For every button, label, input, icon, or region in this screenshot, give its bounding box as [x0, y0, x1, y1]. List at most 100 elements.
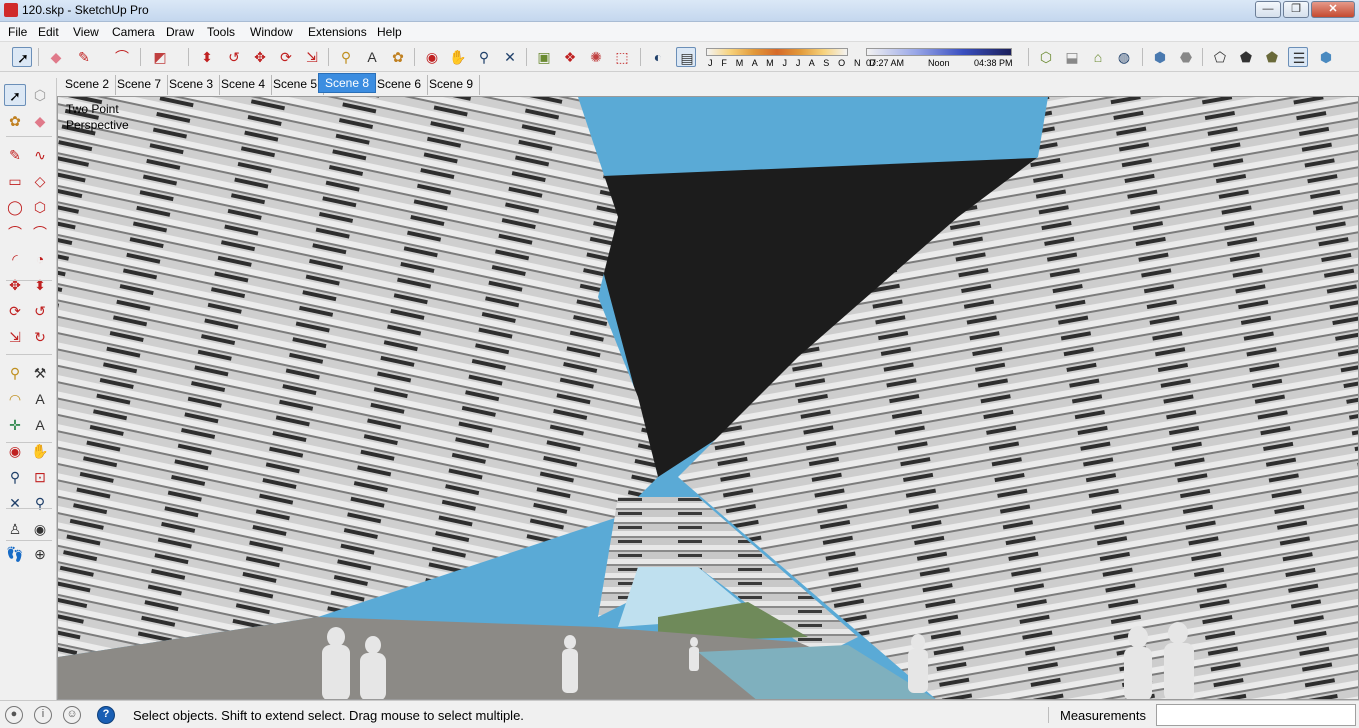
scale-tool-icon[interactable]: ⇲: [4, 326, 26, 348]
arc-tool-icon[interactable]: ⌒: [4, 222, 26, 244]
paint-bucket-icon[interactable]: ✿: [388, 47, 408, 67]
credits-icon[interactable]: i: [34, 706, 52, 724]
move-icon[interactable]: ✥: [250, 47, 270, 67]
tab-scene-9[interactable]: Scene 9: [423, 75, 481, 95]
zoom-icon[interactable]: ⚲: [474, 47, 494, 67]
look-around-icon[interactable]: ◉: [29, 518, 51, 540]
pencil-icon[interactable]: ✎: [74, 47, 94, 67]
zoom-extents-tool-icon[interactable]: ✕: [4, 492, 26, 514]
style-hidden-line-icon[interactable]: ⬟: [1236, 47, 1256, 67]
zoom-extents-icon[interactable]: ✕: [500, 47, 520, 67]
menu-extensions[interactable]: Extensions: [308, 25, 367, 39]
select-icon[interactable]: ➚: [12, 47, 32, 67]
orbit-icon[interactable]: ◉: [422, 47, 442, 67]
text-icon[interactable]: A: [362, 47, 382, 67]
follow-me-icon[interactable]: ↺: [224, 47, 244, 67]
line-tool-icon[interactable]: ✎: [4, 144, 26, 166]
menu-window[interactable]: Window: [250, 25, 293, 39]
views-front-icon[interactable]: ⌂: [1088, 47, 1108, 67]
shadow-time-slider[interactable]: 07:27 AM Noon 04:38 PM: [864, 45, 1016, 71]
maximize-button[interactable]: ❐: [1283, 1, 1309, 18]
orbit-tool-icon[interactable]: ◉: [4, 440, 26, 462]
menu-camera[interactable]: Camera: [112, 25, 155, 39]
minimize-button[interactable]: —: [1255, 1, 1281, 18]
make-component-icon[interactable]: ⬡: [29, 84, 51, 106]
measurements-input[interactable]: [1156, 704, 1356, 726]
geo-location-icon[interactable]: ●: [5, 706, 23, 724]
style-monochrome-icon[interactable]: ⬢: [1316, 47, 1336, 67]
move-tool-icon[interactable]: ✥: [4, 274, 26, 296]
tab-scene-6[interactable]: Scene 6: [371, 75, 429, 95]
two-point-arc-icon[interactable]: ⌒: [29, 222, 51, 244]
rotate-tool-icon[interactable]: ⟳: [4, 300, 26, 322]
shadows-icon[interactable]: ◐: [648, 47, 668, 67]
close-button[interactable]: ✕: [1311, 1, 1355, 18]
axes-tool-icon[interactable]: ✛: [4, 414, 26, 436]
menu-draw[interactable]: Draw: [166, 25, 194, 39]
scale-icon[interactable]: ⇲: [302, 47, 322, 67]
polygon-tool-icon[interactable]: ⬡: [29, 196, 51, 218]
protractor-tool-icon[interactable]: ◠: [4, 388, 26, 410]
arc-icon[interactable]: ⌒: [112, 47, 132, 67]
circle-tool-icon[interactable]: ◯: [4, 196, 26, 218]
tape-measure-icon[interactable]: ⚲: [336, 47, 356, 67]
menu-file[interactable]: File: [8, 25, 27, 39]
tab-scene-5[interactable]: Scene 5: [267, 75, 325, 95]
offset-tool-icon[interactable]: ↻: [29, 326, 51, 348]
style-wireframe-icon[interactable]: ⬠: [1210, 47, 1230, 67]
model-render[interactable]: [58, 97, 1359, 700]
rotate-icon[interactable]: ⟳: [276, 47, 296, 67]
position-camera-icon[interactable]: ♙: [4, 518, 26, 540]
menu-tools[interactable]: Tools: [207, 25, 235, 39]
shadow-date-slider[interactable]: J F M A M J J A S O N D: [704, 45, 876, 71]
style-xray-icon[interactable]: ⬢: [1150, 47, 1170, 67]
fog-icon[interactable]: ▤: [676, 47, 696, 67]
pan-tool-icon[interactable]: ✋: [29, 440, 51, 462]
components-icon[interactable]: ❖: [560, 47, 580, 67]
3d-viewport[interactable]: Two Point Perspective: [57, 96, 1359, 700]
style-back-edges-icon[interactable]: ⬣: [1176, 47, 1196, 67]
freehand-tool-icon[interactable]: ∿: [29, 144, 51, 166]
three-point-arc-icon[interactable]: ◜: [4, 248, 26, 270]
zoom-tool-icon[interactable]: ⚲: [4, 466, 26, 488]
select-tool-icon[interactable]: ➚: [4, 84, 26, 106]
style-textured-icon[interactable]: ☰: [1288, 47, 1308, 67]
pan-icon[interactable]: ✋: [448, 47, 468, 67]
section-plane-icon[interactable]: ⊕: [29, 543, 51, 565]
user-account-icon[interactable]: ☺: [63, 706, 81, 724]
menu-help[interactable]: Help: [377, 25, 402, 39]
help-icon[interactable]: ?: [97, 706, 115, 724]
views-right-icon[interactable]: ◍: [1114, 47, 1134, 67]
warehouse-icon[interactable]: ▣: [534, 47, 554, 67]
follow-me-tool-icon[interactable]: ↺: [29, 300, 51, 322]
eraser-tool-icon[interactable]: ◆: [29, 110, 51, 132]
eraser-icon[interactable]: ◆: [46, 47, 66, 67]
push-pull-icon[interactable]: ⬍: [197, 47, 217, 67]
tab-scene-4[interactable]: Scene 4: [215, 75, 273, 95]
dimension-tool-icon[interactable]: ⚒: [29, 362, 51, 384]
views-top-icon[interactable]: ⬓: [1062, 47, 1082, 67]
views-iso-icon[interactable]: ⬡: [1036, 47, 1056, 67]
walk-tool-icon[interactable]: 👣: [4, 543, 26, 565]
style-shaded-icon[interactable]: ⬟: [1262, 47, 1282, 67]
previous-view-icon[interactable]: ⚲: [29, 492, 51, 514]
tape-measure-tool-icon[interactable]: ⚲: [4, 362, 26, 384]
tab-scene-7[interactable]: Scene 7: [111, 75, 169, 95]
extension-warehouse-icon[interactable]: ✺: [586, 47, 606, 67]
paint-bucket-tool-icon[interactable]: ✿: [4, 110, 26, 132]
text-tool-icon[interactable]: A: [29, 388, 51, 410]
rotated-rectangle-icon[interactable]: ◇: [29, 170, 51, 192]
tab-scene-8[interactable]: Scene 8: [318, 73, 377, 93]
pie-tool-icon[interactable]: ◔: [29, 248, 51, 270]
tab-scene-3[interactable]: Scene 3: [163, 75, 221, 95]
zoom-window-tool-icon[interactable]: ⊡: [29, 466, 51, 488]
menu-edit[interactable]: Edit: [38, 25, 59, 39]
layout-icon[interactable]: ⬚: [612, 47, 632, 67]
menu-view[interactable]: View: [73, 25, 99, 39]
rectangle-icon[interactable]: ◩: [150, 47, 170, 67]
push-pull-tool-icon[interactable]: ⬍: [29, 274, 51, 296]
time-gradient-bar[interactable]: [866, 48, 1012, 56]
3d-text-tool-icon[interactable]: A: [29, 414, 51, 436]
date-gradient-bar[interactable]: [706, 48, 848, 56]
rectangle-tool-icon[interactable]: ▭: [4, 170, 26, 192]
